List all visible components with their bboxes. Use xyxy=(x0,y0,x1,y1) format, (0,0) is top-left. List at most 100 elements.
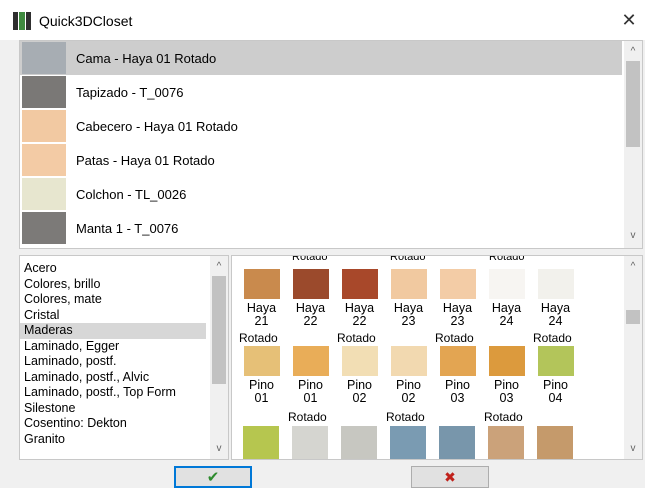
material-thumbnail xyxy=(292,346,329,376)
material-tile[interactable]: Haya 24 xyxy=(531,269,580,328)
material-scrollbar[interactable]: ^ v xyxy=(624,256,642,459)
category-item[interactable]: Granito xyxy=(20,432,206,448)
material-thumbnail[interactable] xyxy=(537,426,573,459)
scroll-thumb[interactable] xyxy=(626,61,640,147)
material-thumbnail xyxy=(439,346,476,376)
material-thumbnail[interactable] xyxy=(292,426,328,459)
scroll-up-icon[interactable]: ^ xyxy=(624,43,642,61)
material-code: 01 xyxy=(254,391,269,405)
material-tile[interactable]: Haya 22 xyxy=(286,269,335,328)
material-sublabel: Rotado xyxy=(337,331,376,345)
scroll-down-icon[interactable]: v xyxy=(210,440,228,458)
material-code: 24 xyxy=(548,314,563,328)
category-item[interactable]: Colores, brillo xyxy=(20,277,206,293)
cancel-button[interactable]: ✖ xyxy=(411,466,489,488)
material-swatch xyxy=(22,76,66,108)
material-tile[interactable]: Haya 23 xyxy=(384,269,433,328)
material-tile[interactable]: Haya 21 xyxy=(237,269,286,328)
window-title: Quick3DCloset xyxy=(39,13,133,29)
scroll-thumb[interactable] xyxy=(626,310,640,324)
material-thumbnail xyxy=(488,269,525,299)
material-code: 23 xyxy=(401,314,416,328)
category-item[interactable]: Colores, mate xyxy=(20,292,206,308)
assigned-material-row[interactable]: Tapizado - T_0076 xyxy=(20,75,622,109)
material-sublabel: Rotado xyxy=(484,410,523,424)
assigned-material-row[interactable]: Cabecero - Haya 01 Rotado xyxy=(20,109,622,143)
assigned-material-row[interactable]: Manta 1 - T_0076 xyxy=(20,211,622,245)
assigned-material-label: Patas - Haya 01 Rotado xyxy=(76,152,215,168)
assigned-material-row[interactable]: Patas - Haya 01 Rotado xyxy=(20,143,622,177)
material-thumbnail[interactable] xyxy=(439,426,475,459)
material-code: 04 xyxy=(548,391,563,405)
material-grid[interactable]: Rotado Rotado Rotado Haya 21 Haya 22 Haya 22 Haya… xyxy=(231,255,643,460)
scroll-down-icon[interactable]: v xyxy=(624,440,642,458)
material-sublabel: Rotado xyxy=(435,331,474,345)
material-tile[interactable]: Pino 02 xyxy=(335,346,384,405)
assigned-materials-list[interactable]: Cama - Haya 01 Rotado Tapizado - T_0076 Ca… xyxy=(19,40,643,249)
material-swatch xyxy=(22,42,66,74)
material-tile[interactable]: Pino 03 xyxy=(433,346,482,405)
assigned-material-label: Manta 1 - T_0076 xyxy=(76,220,179,236)
material-thumbnail xyxy=(341,269,378,299)
category-item[interactable]: Maderas xyxy=(20,323,206,339)
material-thumbnail xyxy=(341,346,378,376)
material-sublabel: Rotado xyxy=(386,410,425,424)
category-item[interactable]: Laminado, Egger xyxy=(20,339,206,355)
scroll-down-icon[interactable]: v xyxy=(624,227,642,245)
category-item[interactable]: Cosentino: Dekton xyxy=(20,416,206,432)
material-swatch xyxy=(22,110,66,142)
material-code: 02 xyxy=(401,391,416,405)
top-list-scrollbar[interactable]: ^ v xyxy=(624,41,642,248)
material-code: 23 xyxy=(450,314,465,328)
assigned-material-row[interactable]: Colchon - TL_0026 xyxy=(20,177,622,211)
check-icon: ✔ xyxy=(206,469,220,486)
material-tile[interactable]: Haya 24 xyxy=(482,269,531,328)
material-thumbnail xyxy=(439,269,476,299)
material-code: 22 xyxy=(352,314,367,328)
scroll-up-icon[interactable]: ^ xyxy=(210,258,228,276)
material-tile[interactable]: Haya 23 xyxy=(433,269,482,328)
material-tile[interactable]: Pino 01 xyxy=(286,346,335,405)
material-tile[interactable]: Pino 01 xyxy=(237,346,286,405)
material-thumbnail xyxy=(390,346,427,376)
material-sublabel: Rotado xyxy=(390,256,426,263)
category-item[interactable]: Laminado, postf., Top Form xyxy=(20,385,206,401)
material-sublabel: Rotado xyxy=(288,410,327,424)
close-icon[interactable]: ✕ xyxy=(618,8,640,32)
ok-button[interactable]: ✔ xyxy=(174,466,252,488)
material-code: 03 xyxy=(450,391,465,405)
material-tile[interactable]: Haya 22 xyxy=(335,269,384,328)
category-scrollbar[interactable]: ^ v xyxy=(210,256,228,459)
material-thumbnail[interactable] xyxy=(390,426,426,459)
category-item[interactable]: Acero xyxy=(20,261,206,277)
material-sublabel: Rotado xyxy=(533,331,572,345)
material-thumbnail xyxy=(537,269,574,299)
x-icon: ✖ xyxy=(444,468,456,485)
material-sublabel: Rotado xyxy=(239,331,278,345)
material-thumbnail[interactable] xyxy=(243,426,279,459)
material-thumbnail[interactable] xyxy=(488,426,524,459)
category-list[interactable]: Acero Colores, brillo Colores, mate Cristal… xyxy=(19,255,229,460)
scroll-up-icon[interactable]: ^ xyxy=(624,258,642,276)
material-thumbnail xyxy=(243,269,280,299)
assigned-material-label: Colchon - TL_0026 xyxy=(76,186,187,202)
category-item[interactable]: Laminado, postf., Alvic xyxy=(20,370,206,386)
assigned-material-label: Tapizado - T_0076 xyxy=(76,84,184,100)
category-item[interactable]: Silestone xyxy=(20,401,206,417)
material-thumbnail xyxy=(243,346,280,376)
assigned-material-row[interactable]: Cama - Haya 01 Rotado xyxy=(20,41,622,75)
material-code: 24 xyxy=(499,314,514,328)
material-code: 22 xyxy=(303,314,318,328)
material-tile[interactable]: Pino 04 xyxy=(531,346,580,405)
category-item[interactable]: Cristal xyxy=(20,308,206,324)
material-sublabel: Rotado xyxy=(489,256,525,263)
material-thumbnail[interactable] xyxy=(341,426,377,459)
app-icon xyxy=(13,12,31,30)
material-thumbnail xyxy=(390,269,427,299)
assigned-material-label: Cabecero - Haya 01 Rotado xyxy=(76,118,238,134)
material-code: 02 xyxy=(352,391,367,405)
category-item[interactable]: Laminado, postf. xyxy=(20,354,206,370)
material-tile[interactable]: Pino 03 xyxy=(482,346,531,405)
scroll-thumb[interactable] xyxy=(212,276,226,384)
material-tile[interactable]: Pino 02 xyxy=(384,346,433,405)
